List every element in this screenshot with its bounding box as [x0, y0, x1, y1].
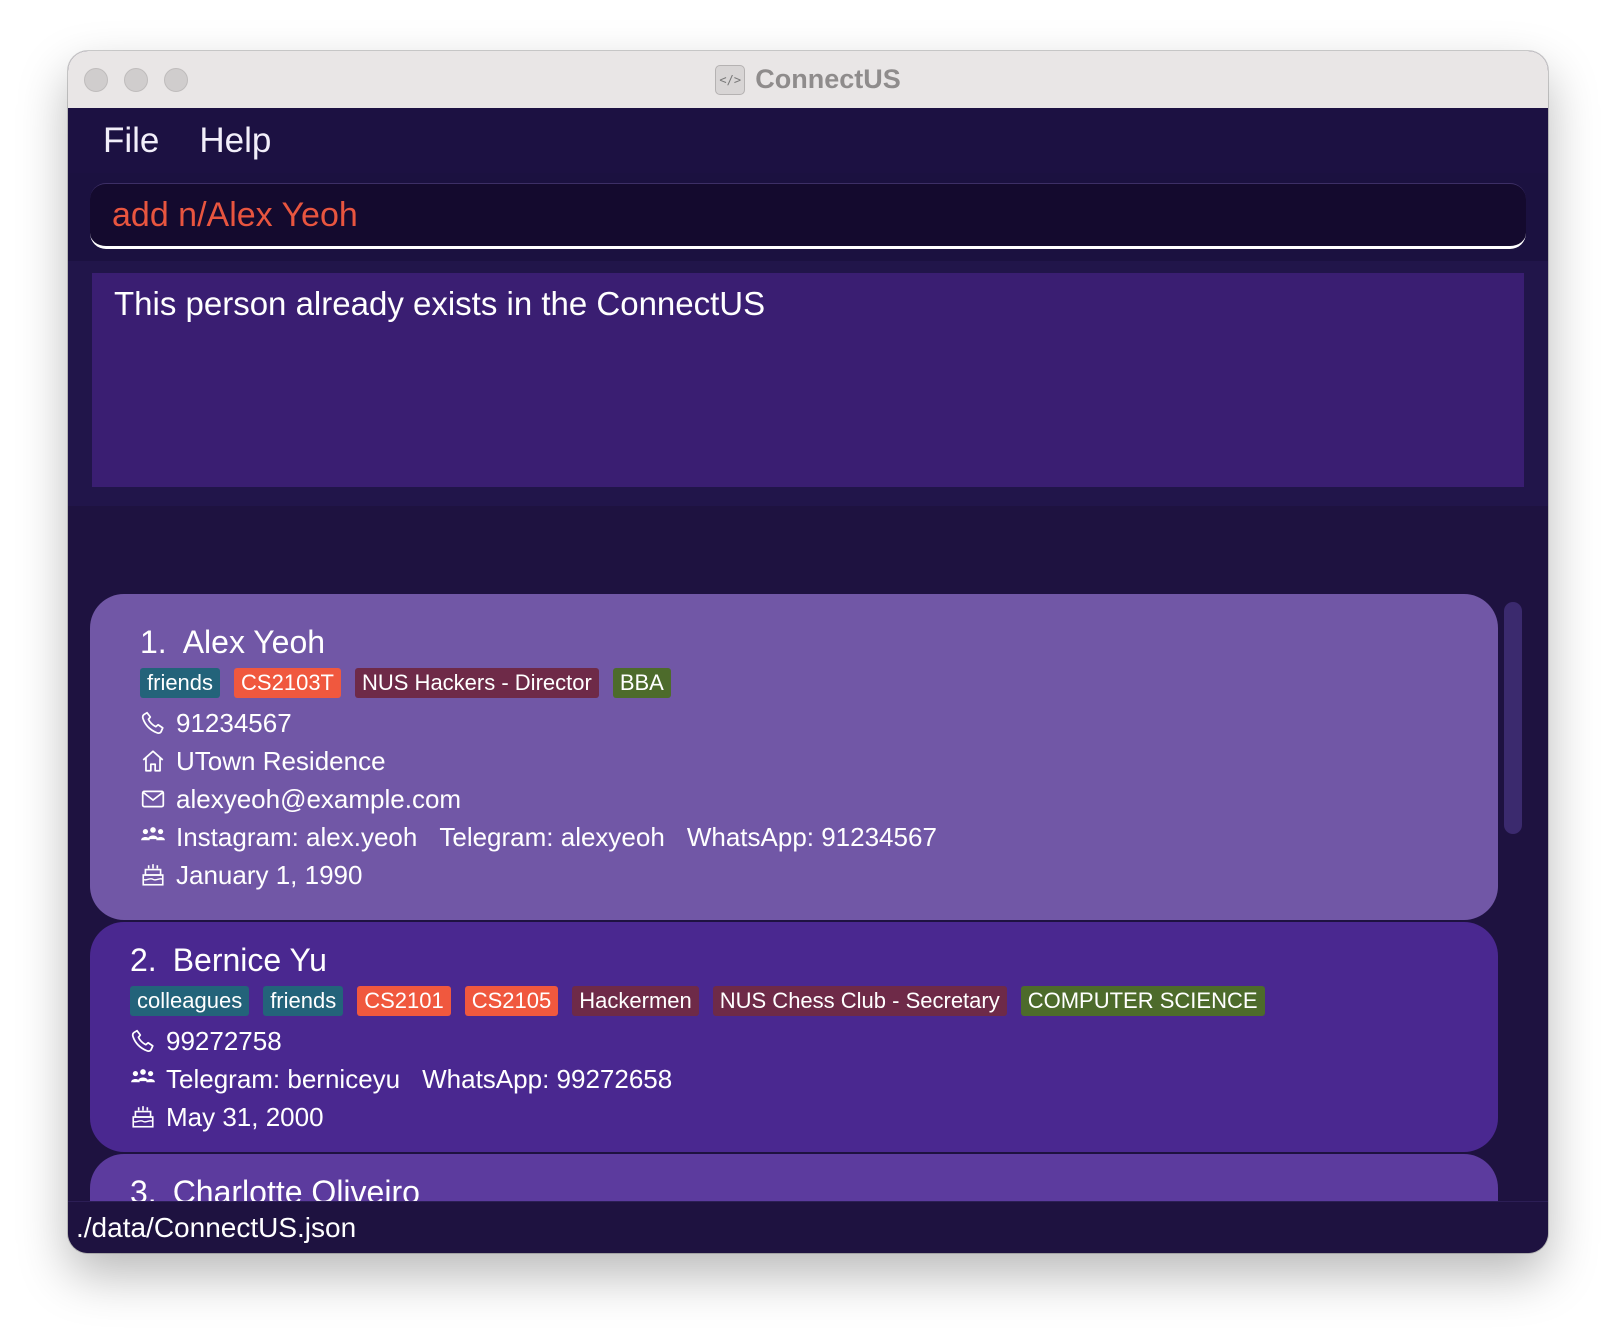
social-instagram: Instagram: alex.yeoh [176, 821, 418, 852]
command-input[interactable]: add n/Alex Yeoh [90, 183, 1526, 249]
phone-icon [140, 710, 166, 736]
command-area: add n/Alex Yeoh [68, 173, 1548, 261]
person-list[interactable]: 1. Alex Yeoh friends CS2103T NUS Hackers … [68, 506, 1548, 1226]
mail-icon [140, 786, 166, 812]
menu-bar: File Help [68, 108, 1548, 173]
result-display: This person already exists in the Connec… [92, 273, 1524, 487]
tag: friends [140, 668, 221, 698]
person-name: Alex Yeoh [182, 624, 326, 660]
socials-row: Telegram: berniceyu WhatsApp: 99272658 [130, 1060, 1498, 1098]
code-icon: </> [715, 64, 746, 95]
tag: friends [263, 986, 344, 1016]
menu-help[interactable]: Help [199, 121, 271, 161]
tag: CS2103T [234, 668, 341, 698]
tag-list: colleagues friends CS2101 CS2105 Hackerm… [130, 986, 1498, 1016]
tag: colleagues [130, 986, 250, 1016]
cake-icon [130, 1104, 156, 1130]
person-name-row: 1. Alex Yeoh [140, 624, 1498, 661]
phone-row: 91234567 [140, 704, 1498, 742]
tag: BBA [612, 668, 671, 698]
phone-number: 91234567 [176, 707, 292, 738]
cake-icon [140, 862, 166, 888]
birthday: May 31, 2000 [166, 1101, 324, 1132]
app-window: </> ConnectUS File Help add n/Alex Yeoh … [68, 51, 1548, 1253]
people-icon [130, 1066, 156, 1092]
social-telegram: Telegram: berniceyu [166, 1063, 401, 1094]
social-whatsapp: WhatsApp: 91234567 [686, 821, 937, 852]
phone-number: 99272758 [166, 1025, 282, 1056]
birthday-row: May 31, 2000 [130, 1098, 1498, 1136]
email: alexyeoh@example.com [176, 783, 462, 814]
menu-file[interactable]: File [103, 121, 159, 161]
socials-row: Instagram: alex.yeoh Telegram: alexyeoh … [140, 818, 1498, 856]
window-title-area: </> ConnectUS [68, 51, 1548, 108]
people-icon [140, 824, 166, 850]
person-name-row: 2. Bernice Yu [130, 942, 1498, 979]
person-name: Bernice Yu [172, 942, 327, 978]
save-file-path: ./data/ConnectUS.json [76, 1211, 357, 1243]
social-whatsapp: WhatsApp: 99272658 [422, 1063, 673, 1094]
tag: CS2105 [464, 986, 559, 1016]
address-row: UTown Residence [140, 742, 1498, 780]
person-index: 2. [130, 942, 157, 978]
window-title: ConnectUS [755, 64, 901, 94]
social-telegram: Telegram: alexyeoh [439, 821, 665, 852]
birthday-row: January 1, 1990 [140, 856, 1498, 894]
person-card[interactable]: 1. Alex Yeoh friends CS2103T NUS Hackers … [90, 594, 1498, 920]
status-bar: ./data/ConnectUS.json [68, 1201, 1548, 1253]
birthday: January 1, 1990 [176, 859, 363, 890]
home-icon [140, 748, 166, 774]
tag: NUS Hackers - Director [355, 668, 599, 698]
person-card[interactable]: 2. Bernice Yu colleagues friends CS2101 C… [90, 922, 1498, 1152]
tag: COMPUTER SCIENCE [1020, 986, 1265, 1016]
address: UTown Residence [176, 745, 386, 776]
tag-list: friends CS2103T NUS Hackers - Director B… [140, 668, 1498, 698]
tag: NUS Chess Club - Secretary [712, 986, 1007, 1016]
tag: CS2101 [357, 986, 451, 1016]
phone-row: 99272758 [130, 1022, 1498, 1060]
list-scrollbar[interactable] [1504, 602, 1522, 834]
email-row: alexyeoh@example.com [140, 780, 1498, 818]
person-index: 1. [140, 624, 167, 660]
person-list-viewport: 1. Alex Yeoh friends CS2103T NUS Hackers … [68, 506, 1548, 1206]
phone-icon [130, 1028, 156, 1054]
title-bar: </> ConnectUS [68, 51, 1548, 108]
tag: Hackermen [572, 986, 699, 1016]
person-card[interactable]: 3.Charlotte Oliveiro neighbours [90, 1154, 1498, 1206]
